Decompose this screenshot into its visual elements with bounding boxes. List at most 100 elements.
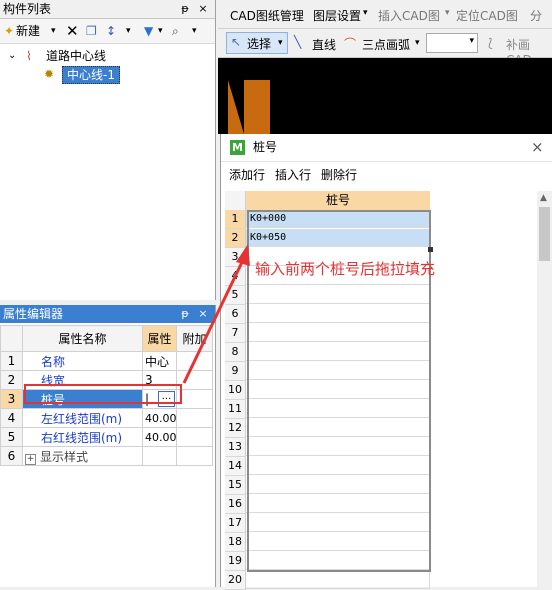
stake-cell[interactable] (246, 495, 430, 513)
chevron-down-icon[interactable]: ▾ (158, 22, 163, 40)
grid-row[interactable]: 5 (221, 286, 541, 305)
close-icon[interactable]: × (196, 0, 210, 18)
stake-cell[interactable] (246, 457, 430, 475)
stake-cell[interactable]: K0+050 (246, 229, 430, 247)
property-extra[interactable] (176, 351, 213, 371)
insert-row-button[interactable]: 插入行 (275, 162, 311, 188)
tree-node-root[interactable]: ⌄ ⌇ 道路中心线 (0, 48, 215, 64)
stake-cell[interactable] (246, 533, 430, 551)
collapse-icon[interactable]: ⌄ (8, 48, 16, 64)
row-number: 4 (0, 408, 23, 428)
grid-row[interactable]: 14 (221, 457, 541, 476)
add-row-button[interactable]: 添加行 (229, 162, 265, 188)
line-button[interactable]: 直线 (312, 36, 336, 53)
delete-row-button[interactable]: 删除行 (321, 162, 357, 188)
tree-node-root-label: 道路中心线 (46, 49, 107, 63)
stake-cell[interactable] (246, 476, 430, 494)
stake-cell[interactable] (246, 552, 430, 570)
grid-row[interactable]: 6 (221, 305, 541, 324)
close-icon[interactable]: × (196, 305, 210, 323)
grid-row[interactable]: 8 (221, 343, 541, 362)
stake-cell[interactable] (246, 571, 430, 589)
sort-icon[interactable]: ↕ (106, 22, 116, 40)
stake-cell[interactable] (246, 438, 430, 456)
property-extra[interactable] (176, 408, 213, 428)
chevron-down-icon[interactable]: ▾ (126, 22, 131, 40)
copy-icon[interactable]: ❐ (86, 22, 97, 40)
vertical-scrollbar[interactable]: ▲ (537, 191, 552, 587)
chevron-down-icon: ▾ (363, 8, 368, 18)
chevron-down-icon[interactable]: ▾ (51, 22, 56, 40)
row-number: 12 (225, 419, 246, 438)
grid-row[interactable]: 17 (221, 514, 541, 533)
grid-row[interactable]: 15 (221, 476, 541, 495)
property-extra[interactable] (176, 427, 213, 447)
grid-row[interactable]: 2 K0+050 (221, 229, 541, 248)
component-list-title: 构件列表 (3, 2, 52, 16)
row-number: 20 (225, 571, 246, 590)
row-number: 17 (225, 514, 246, 533)
grid-row[interactable]: 12 (221, 419, 541, 438)
stake-cell[interactable]: K0+000 (246, 210, 430, 228)
close-icon[interactable]: × (531, 134, 544, 161)
stake-dialog: M 桩号 × 添加行 插入行 删除行 桩号 1 K0+000 2 K0+050 3 4 5 6… (220, 134, 552, 590)
property-row[interactable]: 4 左红线范围(m) 40.00 (0, 408, 213, 428)
stake-cell[interactable] (246, 286, 430, 304)
menu-locate-cad[interactable]: 定位CAD图 (456, 7, 518, 24)
grid-row[interactable]: 20 (221, 571, 541, 590)
property-name: 名称 (22, 351, 143, 371)
stake-cell[interactable] (246, 381, 430, 399)
row-number: 14 (225, 457, 246, 476)
grid-row[interactable]: 1 K0+000 (221, 210, 541, 229)
arc-button[interactable]: 三点画弧 (362, 36, 410, 53)
stake-cell[interactable] (246, 305, 430, 323)
menu-split[interactable]: 分 (530, 7, 542, 24)
property-row[interactable]: 5 右红线范围(m) 40.00 (0, 427, 213, 447)
column-header-stake[interactable]: 桩号 (246, 191, 430, 211)
grid-row[interactable]: 7 (221, 324, 541, 343)
grid-row[interactable]: 13 (221, 438, 541, 457)
property-row[interactable]: 6 + 显示样式 (0, 446, 213, 466)
style-dropdown[interactable]: ▾ (426, 33, 478, 53)
stake-cell[interactable] (246, 324, 430, 342)
property-row[interactable]: 1 名称 中心 (0, 351, 213, 371)
stake-cell[interactable] (246, 400, 430, 418)
row-number: 6 (0, 446, 23, 466)
stake-cell[interactable] (246, 419, 430, 437)
row-number: 6 (225, 305, 246, 324)
expand-icon[interactable]: + (25, 453, 36, 465)
grid-row[interactable]: 19 (221, 552, 541, 571)
pin-icon[interactable]: ᵽ (178, 0, 192, 18)
stake-cell[interactable] (246, 362, 430, 380)
scrollbar-thumb[interactable] (539, 207, 550, 261)
chevron-down-icon[interactable]: ▾ (278, 38, 283, 48)
chevron-down-icon[interactable]: ▾ (415, 38, 420, 48)
property-value[interactable]: 40.00 (142, 427, 177, 447)
find-icon[interactable]: ⌕ (172, 22, 179, 40)
pin-icon[interactable]: ᵽ (178, 305, 192, 323)
grid-row[interactable]: 18 (221, 533, 541, 552)
grid-row[interactable]: 9 (221, 362, 541, 381)
menu-cad-manage[interactable]: CAD图纸管理 (230, 7, 304, 24)
property-value[interactable]: 40.00 (142, 408, 177, 428)
menu-layer-settings[interactable]: 图层设置 (313, 7, 361, 24)
property-extra[interactable] (176, 446, 213, 466)
filter-icon[interactable]: ▼ (144, 22, 153, 40)
new-button[interactable]: 新建 (16, 22, 40, 40)
scroll-up-icon[interactable]: ▲ (540, 193, 547, 203)
grid-row[interactable]: 11 (221, 400, 541, 419)
component-toolbar: ✦ 新建 ▾ ✕ ❐ ↕ ▾ ▼ ▾ ⌕ ▾ (0, 19, 215, 44)
grid-row[interactable]: 16 (221, 495, 541, 514)
menu-insert-cad[interactable]: 插入CAD图 (378, 7, 440, 24)
stake-cell[interactable] (246, 514, 430, 532)
fill-handle[interactable] (428, 247, 433, 252)
property-value[interactable] (142, 446, 177, 466)
chevron-down-icon[interactable]: ▾ (192, 22, 197, 40)
tree-node-child-label: 中心线-1 (62, 66, 120, 84)
delete-icon[interactable]: ✕ (66, 22, 79, 40)
grid-row[interactable]: 10 (221, 381, 541, 400)
stake-cell[interactable] (246, 343, 430, 361)
drawing-canvas[interactable] (218, 58, 552, 134)
tree-node-child[interactable]: ✹ 中心线-1 (0, 66, 215, 84)
property-value[interactable]: 中心 (142, 351, 177, 371)
